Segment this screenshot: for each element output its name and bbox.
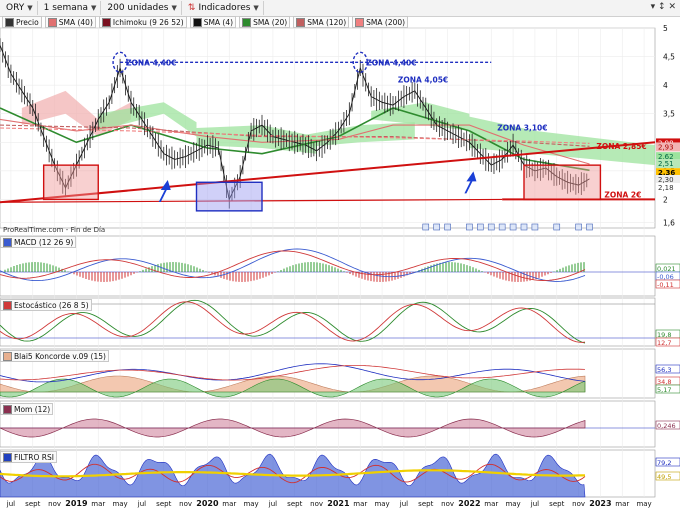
price-tag-label: 2,93 xyxy=(658,143,674,151)
price-tag-label: 2,51 xyxy=(658,160,674,168)
indicator-tag-label: 49,5 xyxy=(657,473,671,481)
event-icon xyxy=(553,223,561,231)
x-tick-label: may xyxy=(505,500,520,508)
event-icon xyxy=(477,223,484,231)
y-tick-label: 4 xyxy=(663,81,668,90)
indicator-tag-label: 79,2 xyxy=(657,459,671,467)
price-tag-label: 2,18 xyxy=(658,184,674,192)
x-tick-label: sept xyxy=(418,500,433,508)
x-tick-label: sept xyxy=(549,500,564,508)
event-icon xyxy=(531,223,539,231)
y-tick-label: 3,5 xyxy=(663,110,675,119)
event-icon xyxy=(433,223,440,231)
x-tick-label: 2022 xyxy=(458,499,480,508)
annotation-label: ZONA 4,05€ xyxy=(398,75,448,84)
annotation-label: ZONA 4,40€ xyxy=(126,58,176,67)
indicator-tag-label: 12,7 xyxy=(657,339,671,347)
x-tick-label: jul xyxy=(399,500,408,508)
x-tick-label: sept xyxy=(25,500,40,508)
support-box xyxy=(195,181,263,212)
x-tick-label: jul xyxy=(530,500,539,508)
x-tick-label: jul xyxy=(268,500,277,508)
x-tick-label: mar xyxy=(615,500,629,508)
panel-title: MACD (12 26 9) xyxy=(14,237,74,247)
event-icon xyxy=(509,223,517,231)
event-icon xyxy=(498,223,506,231)
macd-swatch-icon xyxy=(3,237,12,247)
annotation-label: ZONA 3,10€ xyxy=(497,124,547,133)
mom-swatch-icon xyxy=(3,404,12,414)
annotation-label: ZONA 2,85€ xyxy=(596,142,646,151)
panel-title: FILTRO RSI xyxy=(14,452,54,462)
x-tick-label: may xyxy=(636,500,651,508)
x-tick-label: mar xyxy=(353,500,367,508)
chart-canvas: ZONA 4,40€ ZONA 4,40€ ZONA 4,05€ ZONA 3,10€… xyxy=(0,24,680,508)
x-tick-label: mar xyxy=(91,500,105,508)
x-tick-label: nov xyxy=(441,500,454,508)
annotation-label: ZONA 4,40€ xyxy=(366,58,416,67)
y-tick-label: 4,5 xyxy=(663,53,675,62)
x-tick-label: jul xyxy=(6,500,15,508)
indicator-tag-label: 0,246 xyxy=(657,422,676,430)
event-icon xyxy=(422,223,430,231)
panel-title: Blai5 Koncorde v.09 (15) xyxy=(14,351,106,361)
rsi-swatch-icon xyxy=(3,452,12,462)
indicator-tag-label: 56,3 xyxy=(657,366,671,374)
panel-label-stoch[interactable]: Estocástico (26 8 5) xyxy=(0,299,92,311)
panel-label-blai5[interactable]: Blai5 Koncorde v.09 (15) xyxy=(0,350,109,362)
y-tick-label: 1,6 xyxy=(663,218,675,227)
x-tick-label: mar xyxy=(484,500,498,508)
x-tick-label: nov xyxy=(310,500,323,508)
x-tick-label: 2020 xyxy=(196,499,219,508)
event-icon xyxy=(520,223,528,231)
x-tick-label: may xyxy=(112,500,127,508)
y-tick-label: 2 xyxy=(663,195,668,204)
panel-label-rsi[interactable]: FILTRO RSI xyxy=(0,451,57,463)
x-tick-label: sept xyxy=(156,500,171,508)
x-tick-label: sept xyxy=(287,500,302,508)
stoch-swatch-icon xyxy=(3,300,12,310)
panel-title: Estocástico (26 8 5) xyxy=(14,300,89,310)
event-icon xyxy=(466,223,473,231)
panel-label-macd[interactable]: MACD (12 26 9) xyxy=(0,236,77,248)
panel-title: Mom (12) xyxy=(14,404,51,414)
support-box xyxy=(523,164,602,201)
x-tick-label: nov xyxy=(48,500,61,508)
x-tick-label: nov xyxy=(179,500,192,508)
price-tag-label: 2,30 xyxy=(658,176,674,184)
event-icon xyxy=(487,223,495,231)
x-tick-label: mar xyxy=(222,500,236,508)
y-tick-label: 5 xyxy=(663,24,668,33)
blai5-swatch-icon xyxy=(3,351,12,361)
x-tick-label: may xyxy=(243,500,258,508)
x-tick-label: nov xyxy=(572,500,585,508)
annotation-label: ZONA 2€ xyxy=(604,190,641,199)
event-icon xyxy=(586,223,593,231)
panel-label-mom[interactable]: Mom (12) xyxy=(0,403,54,415)
x-tick-label: jul xyxy=(137,500,146,508)
indicator-tag-label: -0,11 xyxy=(657,281,674,289)
x-tick-label: 2019 xyxy=(65,499,88,508)
support-box xyxy=(42,164,99,201)
x-tick-label: 2023 xyxy=(589,499,611,508)
indicator-tag-label: 5,17 xyxy=(657,386,671,394)
event-icon xyxy=(575,223,582,231)
x-tick-label: 2021 xyxy=(327,499,350,508)
event-icon xyxy=(444,223,451,231)
x-tick-label: may xyxy=(374,500,389,508)
footer-text: ProRealTime.com - Fin de Día xyxy=(3,226,105,234)
